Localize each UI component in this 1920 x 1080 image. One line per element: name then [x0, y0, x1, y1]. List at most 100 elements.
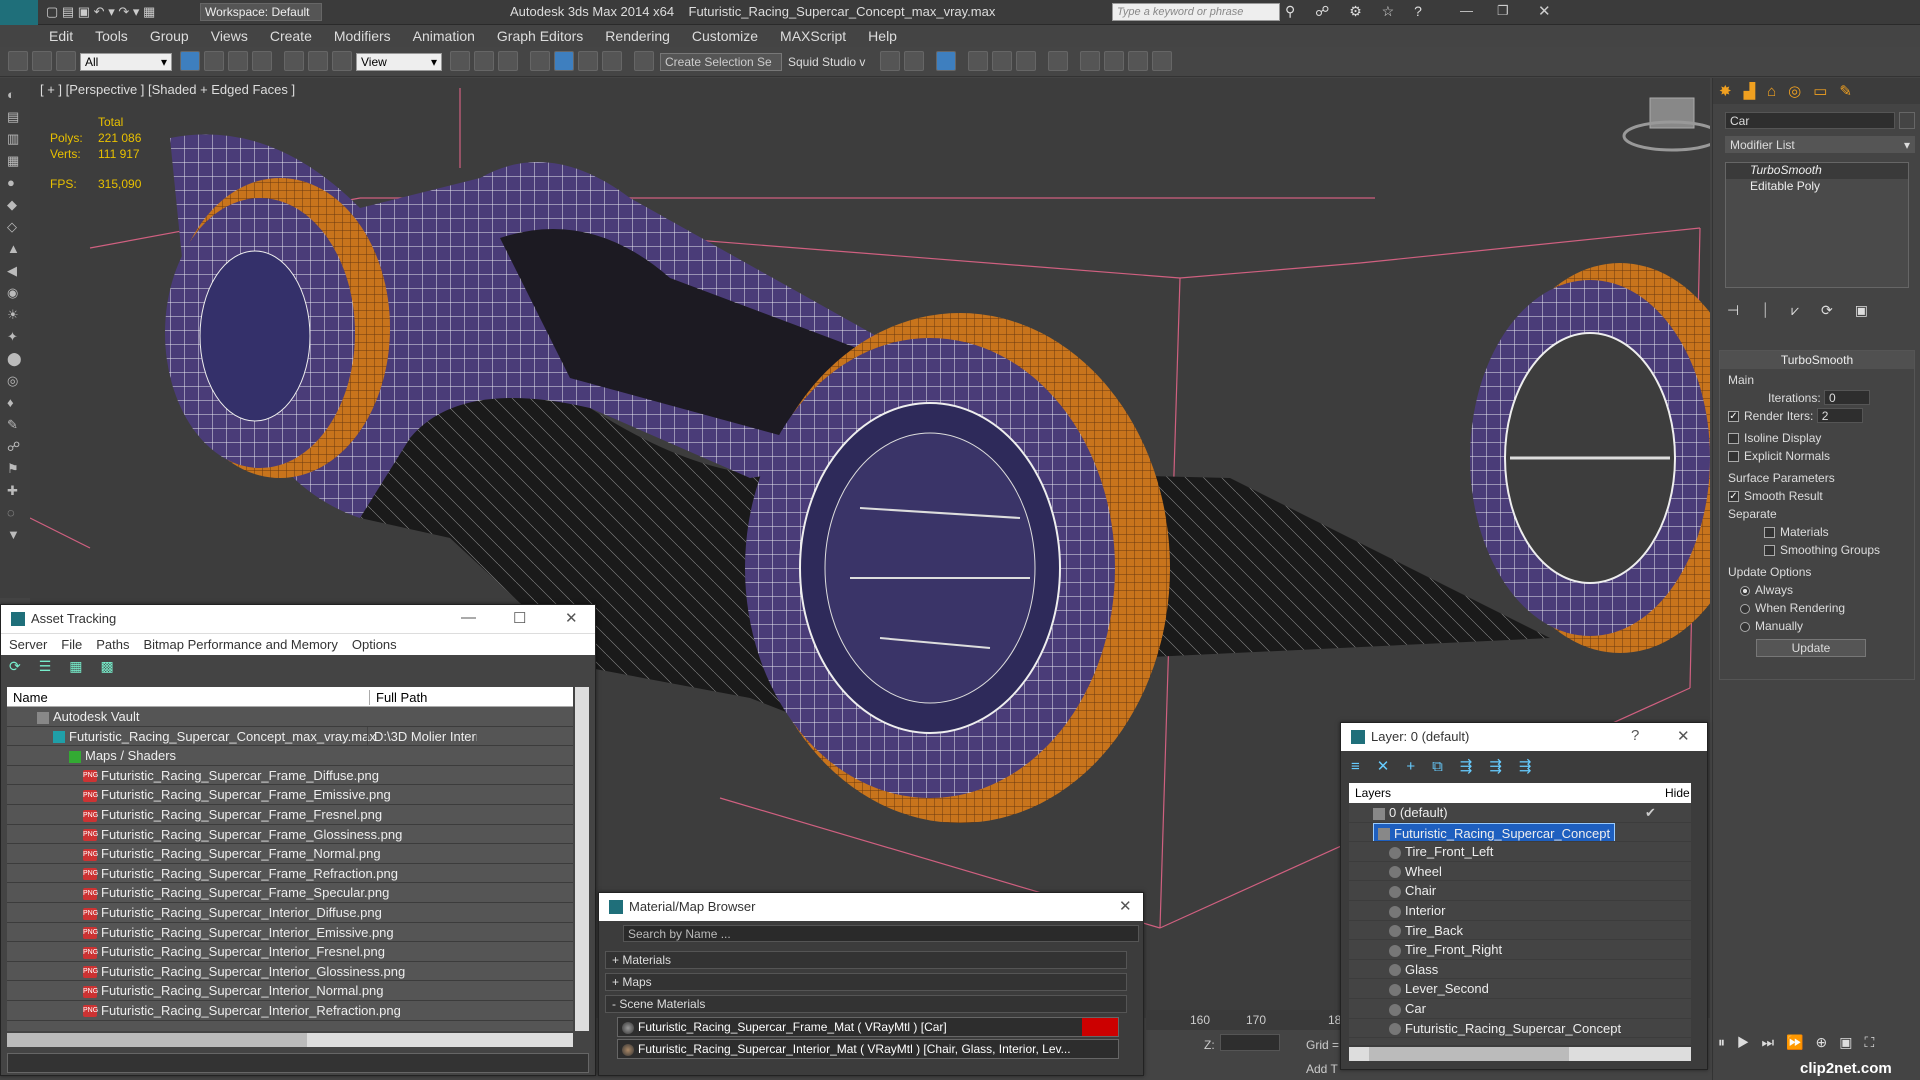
col-path-header[interactable]: Full Path	[369, 690, 427, 705]
menu-group[interactable]: Group	[139, 25, 200, 47]
rendered-frame-icon[interactable]	[1104, 51, 1124, 71]
menu-paths[interactable]: Paths	[96, 637, 129, 652]
menu-graph-editors[interactable]: Graph Editors	[486, 25, 594, 47]
selection-filter-dropdown[interactable]: All ▾	[80, 53, 172, 71]
menu-modifiers[interactable]: Modifiers	[323, 25, 402, 47]
table-row[interactable]: PNG Futuristic_Racing_Supercar_Frame_Diff…	[7, 766, 573, 786]
active-layer-check-icon[interactable]: ✔	[1645, 803, 1656, 822]
menu-help[interactable]: Help	[857, 25, 908, 47]
menu-file[interactable]: File	[61, 637, 82, 652]
smoothing-groups-checkbox[interactable]	[1764, 545, 1775, 557]
material-search-input[interactable]: Search by Name ...	[623, 925, 1139, 942]
material-browser-titlebar[interactable]: Material/Map Browser ✕	[599, 893, 1143, 921]
menu-options[interactable]: Options	[352, 637, 397, 652]
close-icon[interactable]: ✕	[565, 609, 578, 627]
table-row[interactable]: PNG Futuristic_Racing_Supercar_Frame_Norm…	[7, 844, 573, 864]
table-row[interactable]: Maps / Shaders	[7, 746, 573, 766]
menu-edit[interactable]: Edit	[38, 25, 84, 47]
table-row[interactable]: PNG Futuristic_Racing_Supercar_Frame_Glos…	[7, 825, 573, 845]
menu-tools[interactable]: Tools	[84, 25, 139, 47]
table-row[interactable]: PNG Futuristic_Racing_Supercar_Frame_Fres…	[7, 805, 573, 825]
stack-tools[interactable]: ⊣⏐⩗⟳▣	[1727, 302, 1890, 319]
list-item[interactable]: Wheel	[1349, 862, 1691, 882]
app-logo[interactable]	[0, 0, 38, 25]
layer-tree-hscrollbar[interactable]	[1349, 1047, 1691, 1061]
curve-editor-icon[interactable]	[992, 51, 1012, 71]
schematic-view-icon[interactable]	[1016, 51, 1036, 71]
rect-region-icon[interactable]	[228, 51, 248, 71]
table-row[interactable]: PNG Futuristic_Racing_Supercar_Interior_R…	[7, 1001, 573, 1021]
modifier-list-dropdown[interactable]: Modifier List ▾	[1725, 136, 1915, 153]
minimize-button[interactable]: —	[461, 609, 476, 626]
table-row[interactable]: PNG Futuristic_Racing_Supercar_Interior_E…	[7, 923, 573, 943]
close-icon[interactable]: ✕	[1677, 727, 1690, 745]
col-hide-header[interactable]: Hide	[1665, 786, 1690, 800]
help-icon[interactable]: ?	[1631, 727, 1639, 744]
studio-label[interactable]: Squid Studio v	[788, 55, 865, 69]
table-row[interactable]: PNG Futuristic_Racing_Supercar_Interior_D…	[7, 903, 573, 923]
playback-controls[interactable]: ⏸▶⏭⏩⊕▣⛶	[1712, 1034, 1920, 1056]
update-always-radio[interactable]	[1740, 585, 1750, 596]
snap-icon[interactable]	[530, 51, 550, 71]
table-row[interactable]: PNG Futuristic_Racing_Supercar_Interior_F…	[7, 942, 573, 962]
menu-bitmap-performance[interactable]: Bitmap Performance and Memory	[144, 637, 338, 652]
undo-icon[interactable]	[8, 51, 28, 71]
list-item[interactable]: Glass	[1349, 960, 1691, 980]
explicit-normals-checkbox[interactable]	[1728, 451, 1739, 463]
menu-maxscript[interactable]: MAXScript	[769, 25, 857, 47]
smooth-result-checkbox[interactable]: ✓	[1728, 491, 1739, 503]
col-name-header[interactable]: Name	[13, 690, 48, 705]
minimize-button[interactable]: —	[1460, 3, 1473, 18]
col-layers-header[interactable]: Layers	[1355, 786, 1391, 800]
table-row[interactable]: PNG Futuristic_Racing_Supercar_Frame_Refr…	[7, 864, 573, 884]
update-rendering-radio[interactable]	[1740, 603, 1750, 614]
menu-create[interactable]: Create	[259, 25, 323, 47]
table-row[interactable]: PNG Futuristic_Racing_Supercar_Interior_N…	[7, 981, 573, 1001]
stack-item-editable-poly[interactable]: Editable Poly	[1726, 179, 1908, 195]
command-panel-tabs[interactable]: ✸▟⌂◎▭✎	[1713, 78, 1920, 104]
stack-item-turbosmooth[interactable]: TurboSmooth	[1726, 163, 1908, 179]
maximize-button[interactable]: ☐	[513, 609, 526, 627]
iterations-spinner[interactable]: 0	[1824, 390, 1871, 405]
layer-window-titlebar[interactable]: Layer: 0 (default) ? ✕	[1341, 723, 1707, 751]
update-manually-radio[interactable]	[1740, 621, 1750, 632]
reference-coord-dropdown[interactable]: View ▾	[356, 53, 442, 71]
unlink-icon[interactable]	[56, 51, 76, 71]
align-icon[interactable]	[904, 51, 924, 71]
rollout-title[interactable]: TurboSmooth	[1720, 351, 1914, 369]
help-search-input[interactable]: Type a keyword or phrase	[1112, 3, 1280, 21]
workspace-dropdown[interactable]: Workspace: Default	[200, 3, 322, 21]
named-selection-set-dropdown[interactable]: Create Selection Se	[660, 53, 782, 71]
rotate-icon[interactable]	[308, 51, 328, 71]
table-row[interactable]: PNG Futuristic_Racing_Supercar_Interior_G…	[7, 962, 573, 982]
render-iters-spinner[interactable]: 2	[1816, 408, 1863, 423]
asset-table-hscrollbar[interactable]	[7, 1033, 573, 1047]
render-iters-checkbox[interactable]: ✓	[1728, 411, 1739, 423]
select-by-name-icon[interactable]	[204, 51, 224, 71]
render-teapot-icon[interactable]	[1152, 51, 1172, 71]
menu-views[interactable]: Views	[200, 25, 259, 47]
menu-animation[interactable]: Animation	[402, 25, 486, 47]
list-item[interactable]: Chair	[1349, 881, 1691, 901]
angle-snap-icon[interactable]	[554, 51, 574, 71]
table-row[interactable]: Autodesk Vault	[7, 707, 573, 727]
pivot-icon[interactable]	[450, 51, 470, 71]
mirror-icon[interactable]	[880, 51, 900, 71]
timeline-ruler[interactable]: 160 170 18	[1146, 1010, 1342, 1030]
object-name-input[interactable]: Car	[1725, 112, 1895, 129]
list-item[interactable]: Tire_Front_Right	[1349, 940, 1691, 960]
render-setup-icon[interactable]	[1080, 51, 1100, 71]
close-icon[interactable]: ✕	[1119, 897, 1132, 915]
update-button[interactable]: Update	[1756, 639, 1866, 657]
add-time-tag[interactable]: Add T	[1306, 1062, 1338, 1076]
coord-z-input[interactable]	[1220, 1034, 1280, 1051]
restore-button[interactable]: ❐	[1497, 3, 1509, 19]
render-icon[interactable]	[1128, 51, 1148, 71]
scene-materials-group[interactable]: - Scene Materials	[605, 995, 1127, 1013]
list-item[interactable]: Lever_Second	[1349, 979, 1691, 999]
close-icon[interactable]: ✕	[1538, 2, 1551, 20]
spinner-snap-icon[interactable]	[602, 51, 622, 71]
infocenter-icons[interactable]: ⚲ ☍ ⚙ ☆ ?	[1285, 3, 1430, 20]
layer-row-selected[interactable]: Futuristic_Racing_Supercar_Concept	[1349, 822, 1691, 843]
asset-tracking-toolbar[interactable]: ⟳☰▦▩	[1, 655, 595, 679]
